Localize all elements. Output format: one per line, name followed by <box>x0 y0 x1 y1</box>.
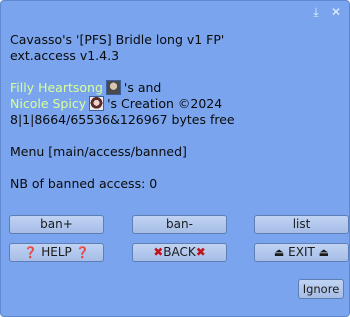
help-label: HELP <box>41 245 72 259</box>
creator-link-nicole[interactable]: Nicole Spicy <box>10 96 86 111</box>
ban-plus-label: ban+ <box>40 217 73 231</box>
eject-icon: ⏏ <box>273 246 285 259</box>
download-arrow-icon[interactable]: ⤓ <box>309 5 323 19</box>
cross-mark-icon: ✖ <box>153 245 164 259</box>
ban-minus-label: ban- <box>166 217 193 231</box>
eject-icon: ⏏ <box>318 246 330 259</box>
list-label: list <box>292 217 311 231</box>
question-mark-icon: ❓ <box>75 246 90 259</box>
dialog-title-line: Cavasso's '[PFS] Bridle long v1 FP' <box>10 32 225 47</box>
back-label: BACK <box>163 245 196 259</box>
cross-mark-icon: ✖ <box>195 245 206 259</box>
creator1-suffix: 's and <box>123 80 162 95</box>
ignore-button[interactable]: Ignore <box>298 279 344 299</box>
avatar-icon <box>89 96 105 111</box>
creator2-suffix: 's Creation ©2024 <box>107 96 223 111</box>
close-icon[interactable]: ✕ <box>329 5 343 19</box>
dialog-message: Cavasso's '[PFS] Bridle long v1 FP' ext.… <box>10 32 235 192</box>
creator-link-filly[interactable]: Filly Heartsong <box>10 80 103 95</box>
exit-label: EXIT <box>288 245 315 259</box>
creator-line-1: Filly Heartsong 's and <box>10 80 235 96</box>
ban-minus-button[interactable]: ban- <box>132 215 227 234</box>
memory-line: 8|1|8664/65536&126967 bytes free <box>10 112 235 127</box>
help-button[interactable]: ❓ HELP ❓ <box>9 243 104 262</box>
ban-plus-button[interactable]: ban+ <box>9 215 104 234</box>
list-button[interactable]: list <box>254 215 349 234</box>
version-line: ext.access v1.4.3 <box>10 48 120 63</box>
avatar-icon <box>105 80 121 95</box>
exit-button[interactable]: ⏏ EXIT ⏏ <box>254 243 349 262</box>
back-button[interactable]: ✖BACK✖ <box>132 243 227 262</box>
script-dialog: ⤓ ✕ Cavasso's '[PFS] Bridle long v1 FP' … <box>0 0 350 317</box>
question-mark-icon: ❓ <box>23 246 38 259</box>
title-icons: ⤓ ✕ <box>309 5 343 19</box>
ignore-label: Ignore <box>302 282 340 296</box>
creator-line-2: Nicole Spicy 's Creation ©2024 <box>10 96 235 112</box>
banned-count-line: NB of banned access: 0 <box>10 176 158 191</box>
menu-line: Menu [main/access/banned] <box>10 144 187 159</box>
